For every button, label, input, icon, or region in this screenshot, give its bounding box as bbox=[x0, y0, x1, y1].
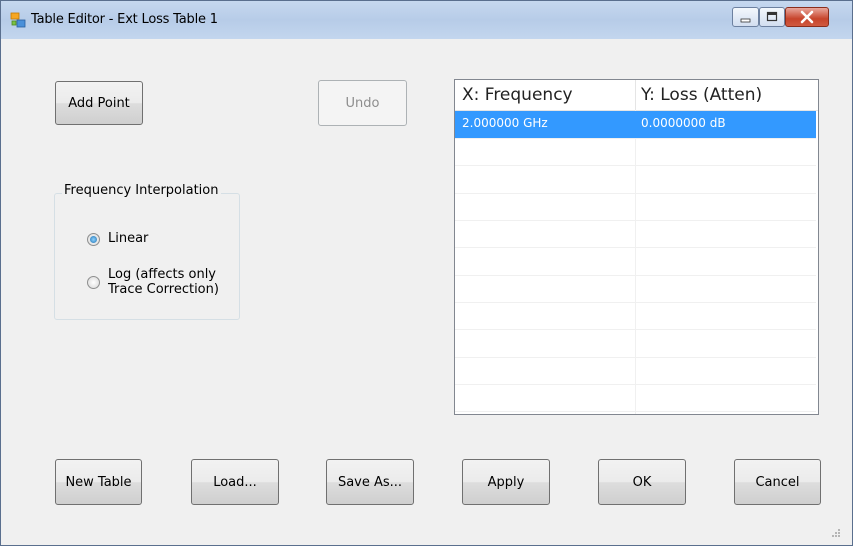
log-radio-option[interactable]: Log (affects only Trace Correction) bbox=[87, 267, 219, 297]
column-divider bbox=[635, 80, 636, 110]
table-row-empty[interactable] bbox=[455, 248, 816, 276]
cancel-button[interactable]: Cancel bbox=[734, 459, 821, 505]
window-title: Table Editor - Ext Loss Table 1 bbox=[31, 12, 218, 27]
frequency-interpolation-legend: Frequency Interpolation bbox=[62, 183, 221, 198]
close-icon bbox=[800, 10, 814, 24]
log-radio-label-line2: Trace Correction) bbox=[108, 282, 219, 297]
log-radio-label: Log (affects only Trace Correction) bbox=[108, 267, 219, 297]
title-bar[interactable]: Table Editor - Ext Loss Table 1 bbox=[1, 1, 852, 39]
table-row-selected[interactable]: 2.000000 GHz 0.0000000 dB bbox=[455, 111, 816, 139]
save-as-button[interactable]: Save As... bbox=[326, 459, 414, 505]
new-table-button[interactable]: New Table bbox=[55, 459, 142, 505]
maximize-icon bbox=[766, 11, 778, 22]
minimize-button[interactable] bbox=[732, 7, 759, 27]
loss-table[interactable]: X: Frequency Y: Loss (Atten) 2.000000 GH… bbox=[454, 79, 819, 415]
apply-button[interactable]: Apply bbox=[462, 459, 550, 505]
table-row-empty[interactable] bbox=[455, 275, 816, 303]
column-header-loss[interactable]: Y: Loss (Atten) bbox=[641, 85, 762, 105]
cell-loss[interactable]: 0.0000000 dB bbox=[641, 116, 726, 130]
linear-radio-label: Linear bbox=[108, 231, 149, 246]
column-header-frequency[interactable]: X: Frequency bbox=[462, 85, 573, 105]
table-editor-app-icon bbox=[10, 12, 26, 28]
dialog-client-area: Add Point Undo Frequency Interpolation L… bbox=[9, 39, 843, 539]
ok-button[interactable]: OK bbox=[598, 459, 686, 505]
log-radio-label-line1: Log (affects only bbox=[108, 267, 216, 282]
undo-button[interactable]: Undo bbox=[318, 80, 407, 126]
table-row-empty[interactable] bbox=[455, 357, 816, 385]
linear-radio-button[interactable] bbox=[87, 233, 100, 246]
log-radio-button[interactable] bbox=[87, 276, 100, 289]
table-row-empty[interactable] bbox=[455, 220, 816, 248]
frequency-interpolation-group bbox=[54, 193, 240, 320]
table-header: X: Frequency Y: Loss (Atten) bbox=[455, 80, 818, 111]
linear-radio-option[interactable]: Linear bbox=[87, 231, 148, 246]
add-point-button[interactable]: Add Point bbox=[55, 81, 143, 125]
table-row-empty[interactable] bbox=[455, 384, 816, 412]
close-button[interactable] bbox=[785, 7, 829, 27]
load-button[interactable]: Load... bbox=[191, 459, 279, 505]
resize-grip-icon[interactable] bbox=[831, 527, 841, 537]
table-row-empty[interactable] bbox=[455, 302, 816, 330]
table-row-empty[interactable] bbox=[455, 193, 816, 221]
table-row-empty[interactable] bbox=[455, 166, 816, 194]
cell-frequency[interactable]: 2.000000 GHz bbox=[462, 116, 548, 130]
minimize-icon bbox=[740, 18, 751, 23]
table-editor-window: Table Editor - Ext Loss Table 1 Add Poin… bbox=[0, 0, 853, 546]
maximize-button[interactable] bbox=[759, 7, 785, 27]
table-row-empty[interactable] bbox=[455, 330, 816, 358]
table-row-empty[interactable] bbox=[455, 138, 816, 166]
